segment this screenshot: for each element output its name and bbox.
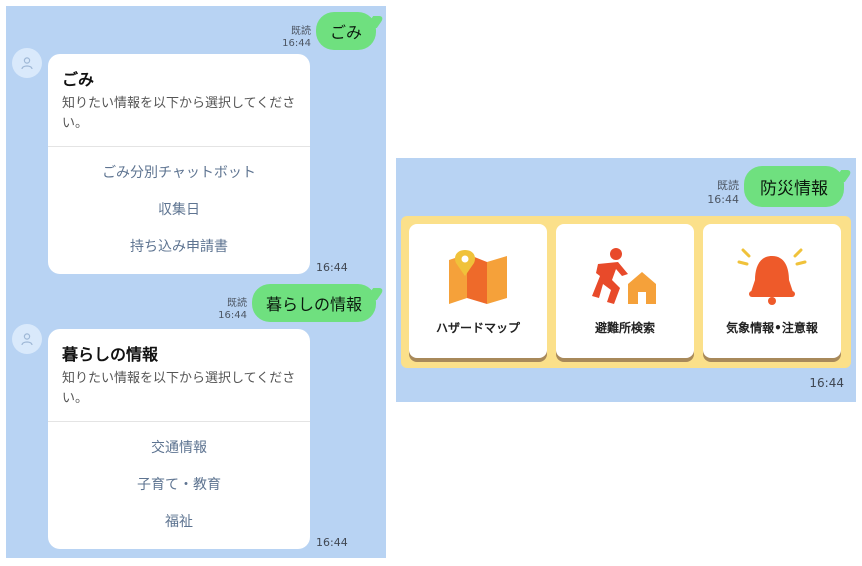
message-meta: 既読 16:44 bbox=[282, 26, 311, 50]
message-bubble[interactable]: ごみ bbox=[315, 12, 376, 50]
tile-label: 避難所検索 bbox=[594, 321, 655, 335]
tile-label: ハザードマップ bbox=[435, 321, 520, 335]
disaster-menu-banner: ハザードマップ 避難所検索 気象情報•注意報 bbox=[401, 216, 851, 368]
user-icon bbox=[21, 57, 33, 70]
read-receipt: 既読 bbox=[717, 179, 739, 192]
chat-panel-right: 既読 16:44 防災情報 ハザードマップ 避難所検索 気象情報•注意報 16:… bbox=[396, 158, 856, 402]
message-time: 16:44 bbox=[218, 310, 247, 321]
childcare-education-button[interactable]: 子育て・教育 bbox=[48, 467, 310, 504]
message-time: 16:44 bbox=[707, 193, 739, 206]
read-receipt: 既読 bbox=[290, 26, 311, 37]
traffic-info-button[interactable]: 交通情報 bbox=[48, 430, 310, 467]
garbage-chatbot-button[interactable]: ごみ分別チャットボット bbox=[48, 155, 310, 192]
card-title: ごみ bbox=[62, 70, 95, 89]
message-bubble[interactable]: 暮らしの情報 bbox=[251, 284, 376, 322]
bot-avatar[interactable] bbox=[12, 324, 42, 354]
message-bubble[interactable]: 防災情報 bbox=[744, 166, 844, 207]
message-time: 16:44 bbox=[282, 38, 311, 49]
card-title: 暮らしの情報 bbox=[62, 345, 159, 364]
card-description: 知りたい情報を以下から選択してください。 bbox=[62, 96, 296, 131]
outgoing-message-kurashi: 既読 16:44 暮らしの情報 bbox=[218, 284, 376, 322]
outgoing-message-gomi: 既読 16:44 ごみ bbox=[282, 12, 376, 50]
weather-warning-tile[interactable]: 気象情報•注意報 bbox=[703, 224, 841, 358]
carry-in-application-button[interactable]: 持ち込み申請書 bbox=[48, 229, 310, 266]
welfare-button[interactable]: 福祉 bbox=[48, 504, 310, 541]
message-meta: 既読 16:44 bbox=[218, 298, 247, 322]
menu-card-kurashi: 暮らしの情報 知りたい情報を以下から選択してください。 交通情報 子育て・教育 … bbox=[48, 329, 310, 549]
alarm-bell-icon bbox=[737, 248, 807, 305]
read-receipt: 既読 bbox=[226, 298, 247, 309]
card-description: 知りたい情報を以下から選択してください。 bbox=[62, 371, 296, 406]
shelter-search-tile[interactable]: 避難所検索 bbox=[556, 224, 694, 358]
collection-day-button[interactable]: 収集日 bbox=[48, 192, 310, 229]
message-time: 16:44 bbox=[809, 376, 844, 390]
evacuation-run-icon bbox=[592, 248, 656, 304]
outgoing-message-bousai: 既読 16:44 防災情報 bbox=[707, 166, 844, 207]
bot-avatar[interactable] bbox=[12, 48, 42, 78]
message-time: 16:44 bbox=[316, 261, 348, 274]
hazard-map-tile[interactable]: ハザードマップ bbox=[409, 224, 547, 358]
chat-panel-left: 既読 16:44 ごみ ごみ 知りたい情報を以下から選択してください。 ごみ分別… bbox=[6, 6, 386, 558]
user-icon bbox=[21, 333, 33, 346]
map-pin-icon bbox=[449, 250, 507, 304]
menu-card-gomi: ごみ 知りたい情報を以下から選択してください。 ごみ分別チャットボット 収集日 … bbox=[48, 54, 310, 274]
message-time: 16:44 bbox=[316, 536, 348, 549]
message-meta: 既読 16:44 bbox=[707, 179, 739, 207]
tile-label: 気象情報•注意報 bbox=[726, 321, 818, 335]
